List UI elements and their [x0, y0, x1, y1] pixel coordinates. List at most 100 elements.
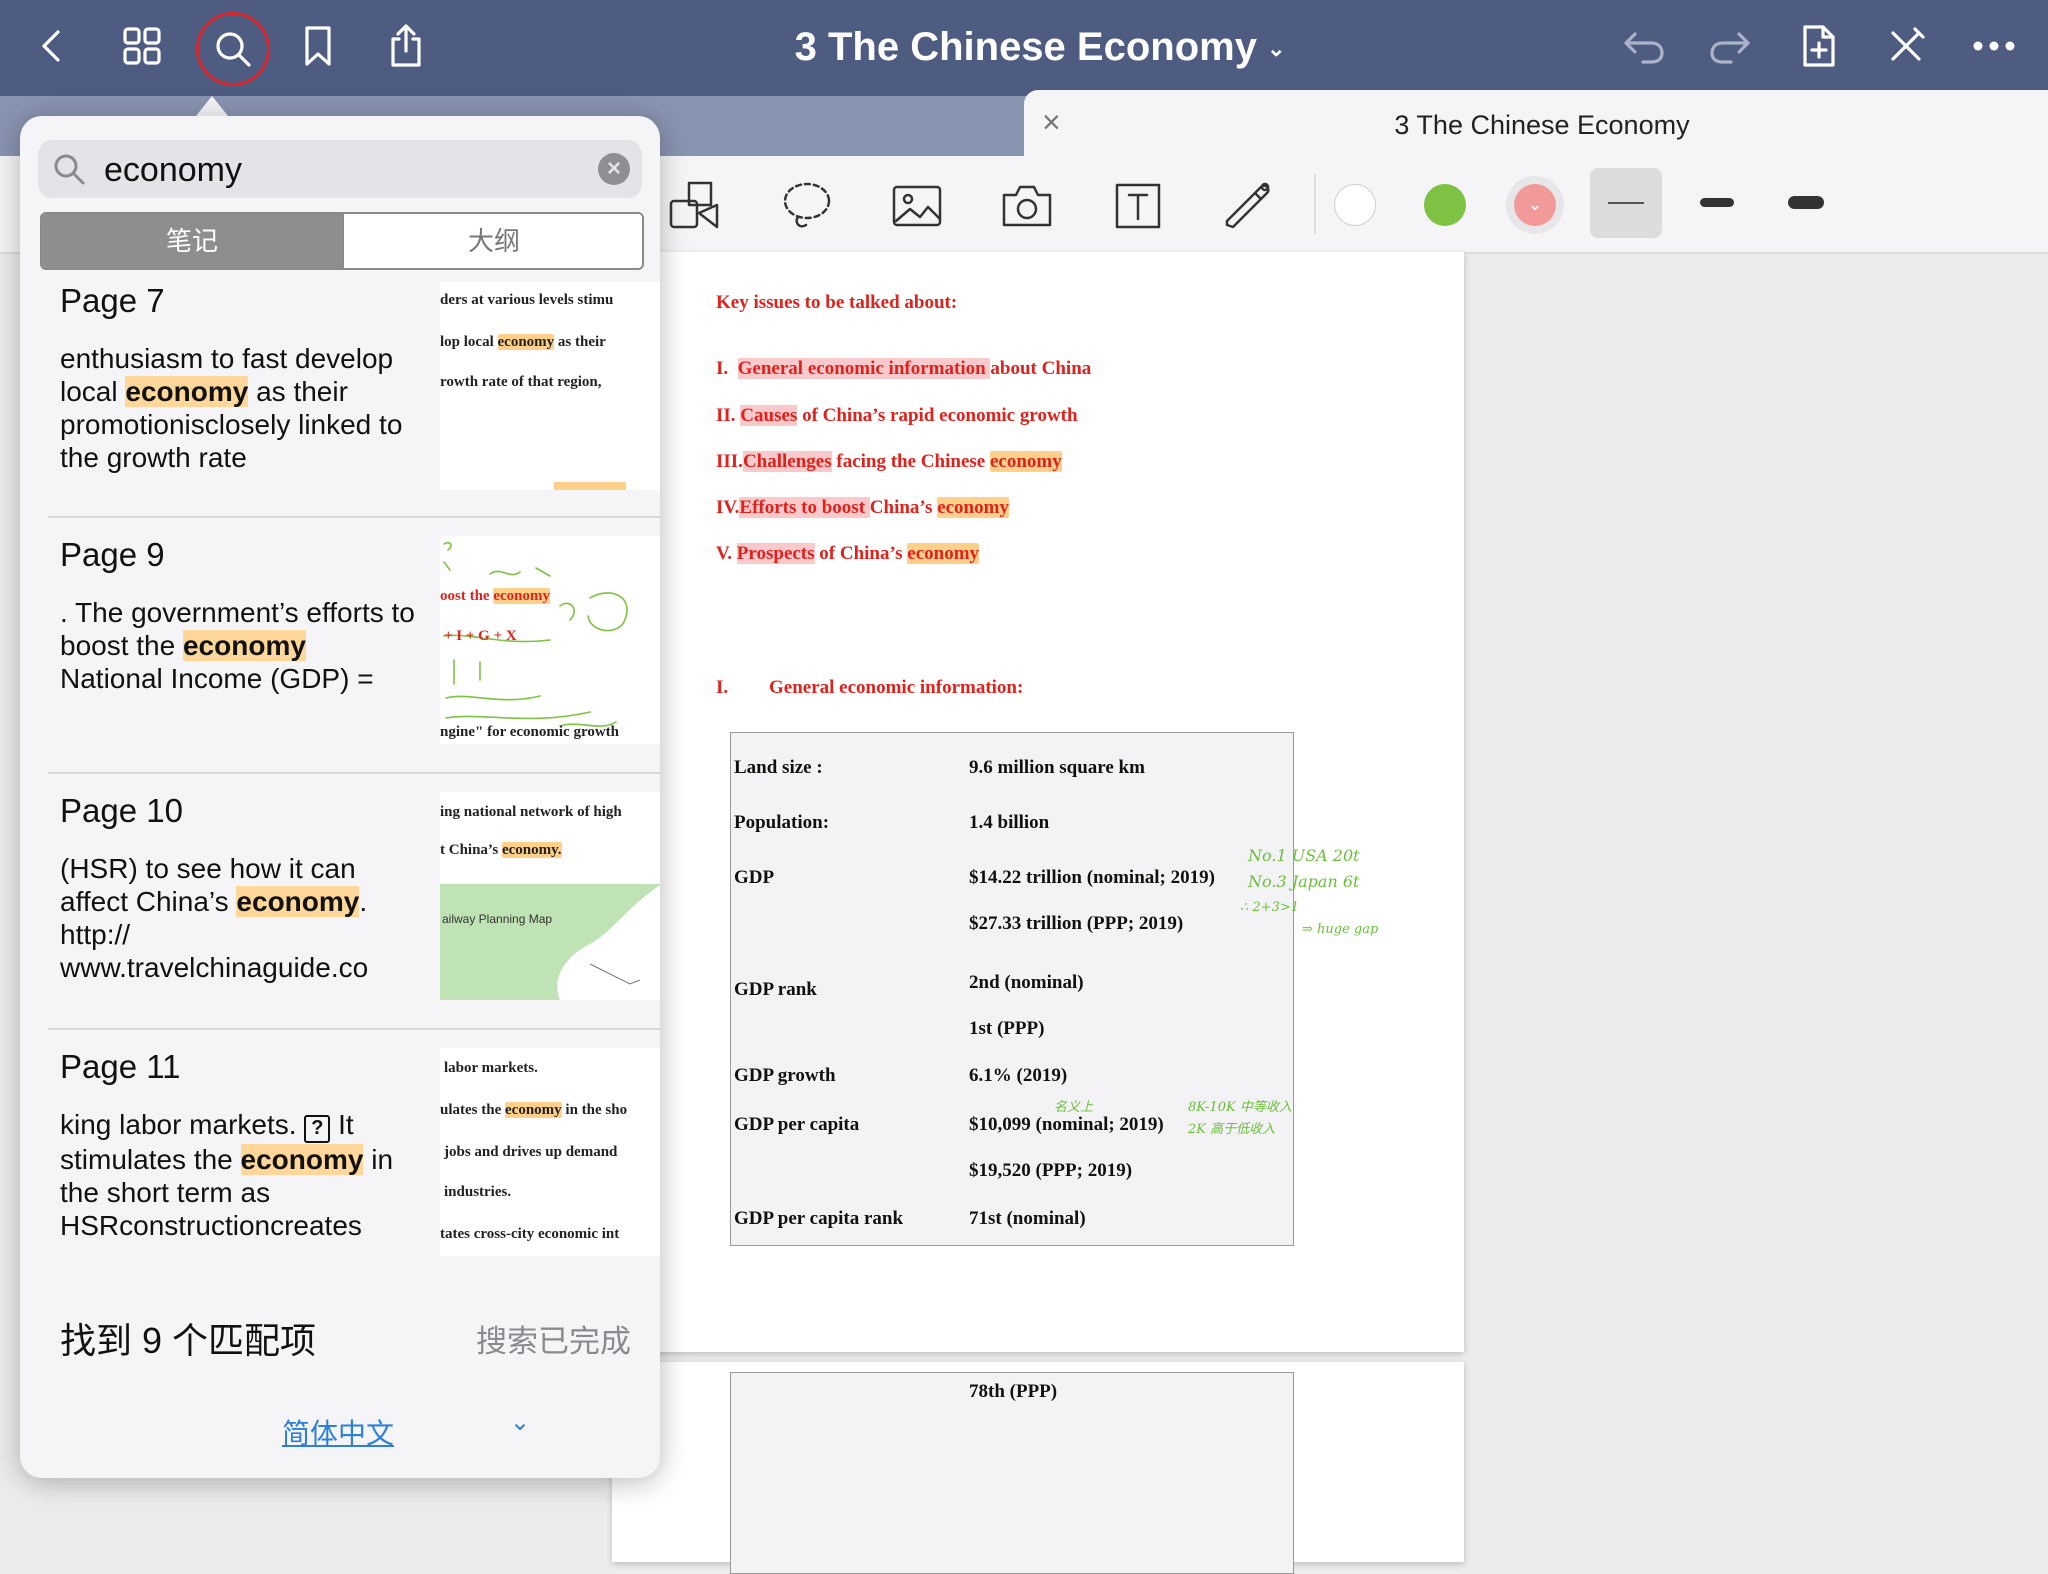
- color-green-swatch[interactable]: [1424, 184, 1466, 226]
- result-page-number: Page 10: [60, 792, 183, 829]
- search-match-highlight: economy.: [501, 842, 562, 858]
- thumb-text-part: t China’s: [440, 842, 502, 858]
- stroke-medium-button[interactable]: [1700, 198, 1734, 207]
- color-white-swatch[interactable]: [1334, 184, 1376, 226]
- handwritten-note: 2K 高于低收入: [1188, 1122, 1276, 1137]
- handwritten-note: 名义上: [1054, 1100, 1094, 1115]
- issue-highlight: Efforts to boost: [739, 497, 870, 518]
- stroke-thick-button[interactable]: [1788, 196, 1824, 209]
- thumb-text: oost the economy: [440, 588, 550, 605]
- toolbar-divider: [1314, 174, 1316, 234]
- thumb-text: ulates the economy in the sho: [440, 1102, 627, 1119]
- thumb-text-part: in the sho: [561, 1102, 628, 1118]
- document-title-text: 3 The Chinese Economy: [794, 25, 1257, 69]
- unknown-glyph-icon: ?: [304, 1115, 331, 1143]
- thumb-text: labor markets.: [444, 1060, 538, 1076]
- handwritten-note: ∴ 2+3>1: [1240, 900, 1300, 915]
- search-box[interactable]: ×: [38, 140, 642, 198]
- issue-item: V. Prospects of China’s economy: [716, 543, 980, 565]
- table-value: 2nd (nominal): [969, 972, 1084, 993]
- search-result-item[interactable]: Page 7 enthusiasm to fast develop local …: [48, 282, 660, 532]
- search-match-highlight: economy: [236, 886, 360, 917]
- result-thumbnail: ders at various levels stimu lop local e…: [440, 282, 660, 490]
- search-match-highlight: economy: [907, 543, 980, 564]
- search-match-highlight: economy: [937, 497, 1009, 518]
- undo-icon[interactable]: [1614, 14, 1674, 78]
- tab-outline[interactable]: 大纲: [342, 214, 642, 268]
- image-icon[interactable]: [889, 178, 945, 234]
- clear-search-icon[interactable]: ×: [598, 153, 630, 185]
- table-label: GDP per capita rank: [734, 1208, 904, 1229]
- search-result-item[interactable]: Page 10 (HSR) to see how it can affect C…: [48, 792, 660, 1042]
- result-page-number: Page 7: [60, 282, 165, 319]
- table-label: GDP rank: [734, 979, 817, 1000]
- redo-icon[interactable]: [1700, 14, 1760, 78]
- document-page[interactable]: Key issues to be talked about: I. Genera…: [612, 252, 1464, 1352]
- issue-highlight: Causes: [740, 405, 798, 426]
- issue-item: III.Challenges facing the Chinese econom…: [716, 451, 1062, 473]
- issue-highlight: Challenges: [742, 451, 832, 472]
- laser-pointer-icon[interactable]: [1220, 178, 1276, 234]
- pen-tools-icon[interactable]: [1876, 14, 1936, 78]
- table-label: Land size :: [734, 757, 823, 778]
- map-shape: [557, 885, 660, 1000]
- handwritten-note: No.1 USA 20t: [1248, 846, 1360, 865]
- share-icon[interactable]: [376, 14, 436, 78]
- issue-number: I.: [716, 358, 729, 379]
- tab-active[interactable]: × 3 The Chinese Economy: [1024, 90, 2048, 156]
- search-scope-segmented-control[interactable]: 笔记 大纲: [40, 212, 644, 270]
- thumb-text-part: oost the: [440, 588, 494, 604]
- chevron-down-icon[interactable]: ⌄: [510, 1408, 530, 1437]
- grid-icon[interactable]: [112, 14, 172, 78]
- more-icon[interactable]: [1964, 14, 2024, 78]
- issue-number: V.: [716, 543, 733, 564]
- color-pink-swatch-selected[interactable]: ⌄: [1506, 176, 1564, 234]
- railway-map-image: ailway Planning Map: [440, 884, 660, 1000]
- result-snippet: (HSR) to see how it can affect China’s e…: [60, 852, 420, 984]
- table-label: GDP per capita: [734, 1114, 860, 1135]
- add-page-icon[interactable]: [1788, 14, 1848, 78]
- issue-text: about China: [990, 358, 1092, 379]
- language-selector[interactable]: 简体中文: [282, 1412, 394, 1452]
- issue-highlight: Prospects: [736, 543, 815, 564]
- search-status: 搜索已完成: [476, 1324, 631, 1359]
- chevron-down-icon: ⌄: [1514, 184, 1556, 226]
- tab-notes[interactable]: 笔记: [42, 214, 342, 268]
- thumb-text-part: ulates the: [440, 1102, 505, 1118]
- search-icon: [52, 152, 86, 191]
- back-icon[interactable]: [22, 14, 82, 78]
- search-match-highlight: economy: [182, 630, 306, 661]
- search-input[interactable]: [102, 146, 566, 194]
- issue-number: IV.: [716, 497, 740, 518]
- table-value: 78th (PPP): [969, 1381, 1058, 1402]
- map-label: ailway Planning Map: [442, 912, 553, 926]
- camera-icon[interactable]: [999, 178, 1055, 234]
- shapes-icon[interactable]: [666, 178, 722, 234]
- result-divider: [48, 772, 660, 774]
- stroke-thin-button[interactable]: [1590, 168, 1662, 238]
- table-label: Population:: [734, 812, 830, 833]
- popover-arrow: [196, 96, 228, 116]
- text-box-icon[interactable]: [1110, 178, 1166, 234]
- result-page-number: Page 11: [60, 1048, 181, 1085]
- snippet-text: National Income (GDP) =: [60, 663, 374, 694]
- section-title: General economic information:: [769, 677, 1024, 698]
- bookmark-icon[interactable]: [288, 14, 348, 78]
- thumb-text: industries.: [444, 1184, 512, 1200]
- search-result-item[interactable]: Page 11 king labor markets. ? It stimula…: [48, 1048, 660, 1298]
- lasso-icon[interactable]: [779, 178, 835, 234]
- thumb-text: + I + G + X: [444, 628, 517, 644]
- search-icon[interactable]: [196, 12, 270, 86]
- doc-heading: Key issues to be talked about:: [716, 292, 958, 313]
- thumb-text: jobs and drives up demand: [444, 1144, 618, 1160]
- table-value: 1.4 billion: [969, 812, 1050, 833]
- document-title[interactable]: 3 The Chinese Economy ⌄: [760, 20, 1320, 76]
- document-page[interactable]: 78th (PPP): [612, 1362, 1464, 1574]
- search-panel: × 笔记 大纲 Page 7 enthusiasm to fast develo…: [20, 116, 660, 1478]
- issue-number: II.: [716, 405, 736, 426]
- search-result-item[interactable]: Page 9 . The government’s efforts to boo…: [48, 536, 660, 786]
- thumb-text: tates cross-city economic int: [440, 1226, 620, 1242]
- search-match-highlight: economy: [125, 376, 249, 407]
- search-match-highlight: economy: [497, 334, 555, 350]
- handwritten-note: No.3 Japan 6t: [1248, 872, 1360, 891]
